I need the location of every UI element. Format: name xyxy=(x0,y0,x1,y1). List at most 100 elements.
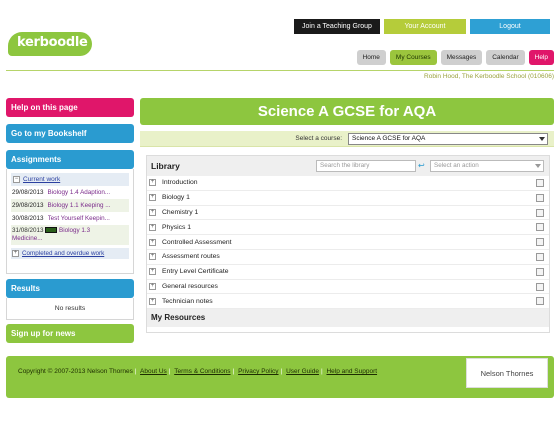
item-checkbox[interactable] xyxy=(536,223,544,232)
no-results-text: No results xyxy=(6,298,134,320)
user-info: Robin Hood, The Kerboodle School (010606… xyxy=(424,73,554,80)
assignment-item: 29/08/2013 Biology 1.4 Adaption... xyxy=(11,186,129,199)
footer-links: Copyright © 2007-2013 Nelson Thornes | Ab… xyxy=(18,368,378,375)
library-item[interactable]: + Entry Level Certificate xyxy=(147,265,549,280)
expand-icon[interactable]: + xyxy=(149,268,156,276)
go-to-bookshelf-button[interactable]: Go to my Bookshelf xyxy=(6,124,134,143)
library-item-label[interactable]: Chemistry 1 xyxy=(162,209,198,216)
expand-icon[interactable]: + xyxy=(149,253,156,261)
item-checkbox[interactable] xyxy=(536,208,544,217)
main-nav: Home My Courses Messages Calendar Help xyxy=(356,50,554,65)
library-item[interactable]: + Introduction xyxy=(147,176,549,191)
assignments-header: Assignments xyxy=(6,150,134,169)
library-search-input[interactable]: Search the library xyxy=(316,160,416,172)
expand-icon[interactable]: + xyxy=(12,250,19,257)
expand-icon[interactable]: + xyxy=(149,208,156,216)
library-item[interactable]: + Controlled Assessment xyxy=(147,235,549,250)
footer-link-help[interactable]: Help and Support xyxy=(326,368,377,375)
expand-icon[interactable]: + xyxy=(149,238,156,246)
library-item-label[interactable]: Assessment routes xyxy=(162,253,220,260)
completed-work-row: + Completed and overdue work xyxy=(11,248,129,259)
footer-link-privacy[interactable]: Privacy Policy xyxy=(238,368,278,375)
item-checkbox[interactable] xyxy=(536,282,544,291)
assignment-item: 30/08/2013 Test Yourself Keepin... xyxy=(11,212,129,225)
library-item[interactable]: + Physics 1 xyxy=(147,220,549,236)
library-item[interactable]: + Assessment routes xyxy=(147,250,549,265)
item-checkbox[interactable] xyxy=(536,193,544,202)
library-item-label[interactable]: Controlled Assessment xyxy=(162,239,232,246)
account-buttons: Join a Teaching Group Your Account Logou… xyxy=(294,19,550,34)
library-panel: Library Search the library ↩ Select an a… xyxy=(146,155,550,333)
item-checkbox[interactable] xyxy=(536,252,544,261)
library-header: Library Search the library ↩ Select an a… xyxy=(147,156,549,176)
item-checkbox[interactable] xyxy=(536,297,544,306)
course-select-value: Science A GCSE for AQA xyxy=(352,135,426,142)
assignment-date: 29/08/2013 xyxy=(12,202,44,209)
expand-icon[interactable]: + xyxy=(149,297,156,305)
current-work-link[interactable]: Current work xyxy=(23,176,60,183)
item-checkbox[interactable] xyxy=(536,267,544,276)
chevron-down-icon xyxy=(539,137,545,141)
logo-text: kerboodle xyxy=(17,35,88,50)
action-select[interactable]: Select an action xyxy=(430,160,544,172)
course-select[interactable]: Science A GCSE for AQA xyxy=(348,133,548,145)
library-item[interactable]: + Biology 1 xyxy=(147,191,549,206)
join-teaching-group-button[interactable]: Join a Teaching Group xyxy=(294,19,380,34)
expand-icon[interactable]: + xyxy=(149,223,156,231)
expand-icon[interactable]: + xyxy=(149,194,156,202)
nav-help[interactable]: Help xyxy=(528,50,554,65)
assignment-title-link[interactable]: Biology 1.3 xyxy=(59,227,90,234)
kerboodle-logo[interactable]: kerboodle xyxy=(8,30,92,58)
completed-overdue-link[interactable]: Completed and overdue work xyxy=(22,250,104,257)
collapse-icon[interactable]: − xyxy=(13,176,20,183)
nav-calendar[interactable]: Calendar xyxy=(486,50,525,65)
footer-link-user-guide[interactable]: User Guide xyxy=(286,368,319,375)
progress-bar-icon xyxy=(45,227,58,234)
item-checkbox[interactable] xyxy=(536,238,544,247)
library-item-label[interactable]: Technician notes xyxy=(162,298,213,305)
course-select-label: Select a course: xyxy=(295,135,342,142)
footer-link-terms[interactable]: Terms & Conditions xyxy=(174,368,230,375)
assignment-date: 30/08/2013 xyxy=(12,215,44,222)
logout-button[interactable]: Logout xyxy=(470,19,550,34)
assignment-date: 29/08/2013 xyxy=(12,189,44,196)
library-item-label[interactable]: Introduction xyxy=(162,179,198,186)
your-account-button[interactable]: Your Account xyxy=(384,19,466,34)
expand-icon[interactable]: + xyxy=(149,179,156,187)
footer: Copyright © 2007-2013 Nelson Thornes | Ab… xyxy=(6,356,554,398)
chevron-down-icon xyxy=(535,164,541,168)
library-item-label[interactable]: Biology 1 xyxy=(162,194,190,201)
item-checkbox[interactable] xyxy=(536,179,544,187)
nav-home[interactable]: Home xyxy=(356,50,386,65)
library-item[interactable]: + General resources xyxy=(147,280,549,295)
assignment-item: 31/08/2013 Biology 1.3 Medicine... xyxy=(11,225,129,245)
assignment-title-link[interactable]: Biology 1.4 Adaption... xyxy=(48,189,111,196)
assignment-title-link[interactable]: Biology 1.1 Keeping ... xyxy=(48,202,111,209)
assignment-item: 29/08/2013 Biology 1.1 Keeping ... xyxy=(11,199,129,212)
copyright-text: Copyright © 2007-2013 Nelson Thornes xyxy=(18,368,133,375)
header-divider xyxy=(6,70,554,71)
footer-link-about[interactable]: About Us xyxy=(140,368,167,375)
library-item-label[interactable]: Physics 1 xyxy=(162,224,191,231)
action-select-placeholder: Select an action xyxy=(434,162,479,169)
assignments-panel: − Current work 29/08/2013 Biology 1.4 Ad… xyxy=(6,169,134,274)
my-resources-header[interactable]: My Resources xyxy=(147,309,549,328)
current-work-row: − Current work xyxy=(11,173,129,186)
library-item[interactable]: + Chemistry 1 xyxy=(147,206,549,221)
assignment-title-continued[interactable]: Medicine... xyxy=(12,235,42,242)
assignment-title-link[interactable]: Test Yourself Keepin... xyxy=(48,215,110,222)
enter-search-icon[interactable]: ↩ xyxy=(418,161,425,171)
sign-up-news-button[interactable]: Sign up for news xyxy=(6,324,134,343)
library-item[interactable]: + Technician notes xyxy=(147,294,549,310)
results-header: Results xyxy=(6,279,134,298)
help-on-this-page-button[interactable]: Help on this page xyxy=(6,98,134,117)
nav-messages[interactable]: Messages xyxy=(440,50,483,65)
assignment-date: 31/08/2013 xyxy=(12,227,44,234)
page-title: Science A GCSE for AQA xyxy=(140,98,554,125)
library-item-label[interactable]: Entry Level Certificate xyxy=(162,268,229,275)
nelson-thornes-logo[interactable]: Nelson Thornes xyxy=(466,358,548,388)
expand-icon[interactable]: + xyxy=(149,282,156,290)
course-select-bar: Select a course: Science A GCSE for AQA xyxy=(140,131,554,147)
nav-my-courses[interactable]: My Courses xyxy=(389,50,437,65)
library-item-label[interactable]: General resources xyxy=(162,283,218,290)
